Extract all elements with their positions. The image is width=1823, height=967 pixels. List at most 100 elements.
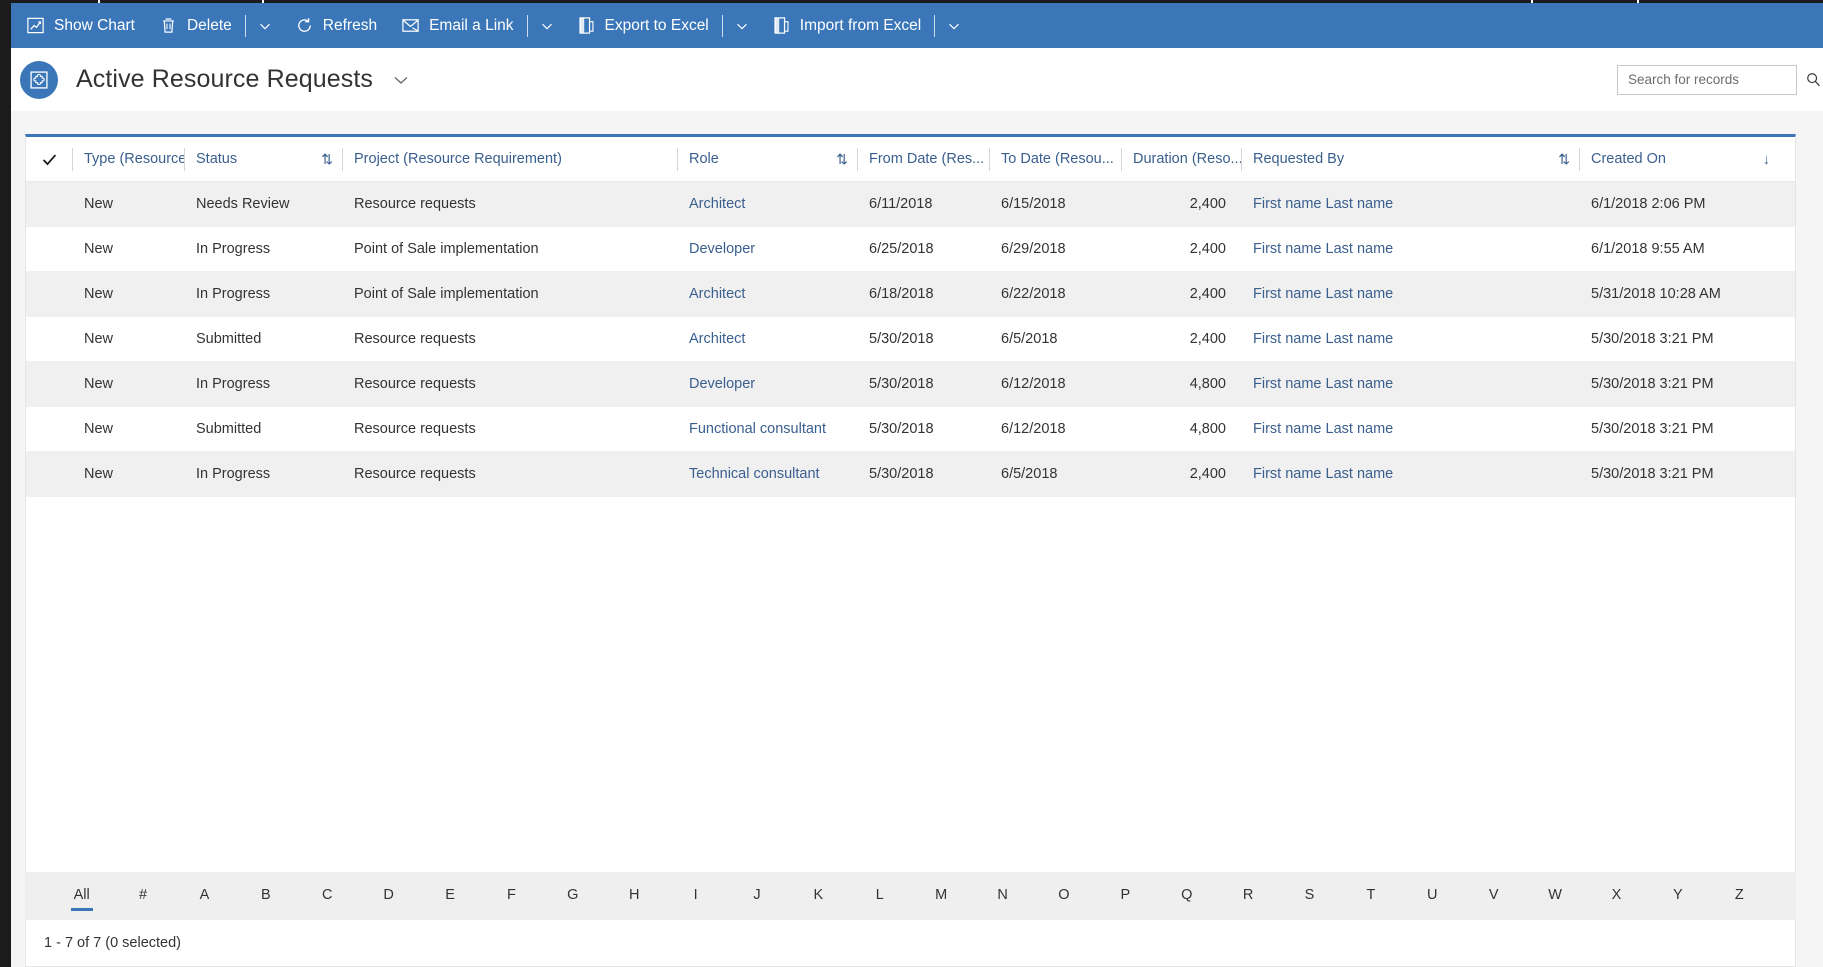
- cell-role-text[interactable]: Developer: [689, 241, 755, 257]
- cell-role[interactable]: Technical consultant: [677, 452, 857, 496]
- command-export-to-excel-chevron-down-icon[interactable]: [724, 3, 760, 48]
- alpha-filter-u[interactable]: U: [1402, 879, 1463, 913]
- table-row[interactable]: NewSubmittedResource requestsFunctional …: [26, 407, 1795, 452]
- sort-descending-icon[interactable]: ↓: [1763, 151, 1770, 167]
- alpha-filter-p[interactable]: P: [1095, 879, 1156, 913]
- command-email-a-link-button[interactable]: Email a Link: [389, 3, 525, 48]
- alpha-filter-c[interactable]: C: [297, 879, 358, 913]
- column-header-to[interactable]: To Date (Resou...: [989, 137, 1121, 181]
- alpha-filter-d[interactable]: D: [358, 879, 419, 913]
- cell-from-text: 5/30/2018: [869, 376, 934, 392]
- search-input[interactable]: [1628, 72, 1805, 87]
- cell-requested[interactable]: First name Last name: [1241, 182, 1579, 226]
- cell-requested-text[interactable]: First name Last name: [1253, 241, 1393, 257]
- row-select-checkbox[interactable]: [26, 407, 72, 451]
- row-select-checkbox[interactable]: [26, 317, 72, 361]
- column-header-requested[interactable]: Requested By⇅: [1241, 137, 1579, 181]
- alpha-filter-z[interactable]: Z: [1709, 879, 1770, 913]
- table-row[interactable]: NewIn ProgressResource requestsTechnical…: [26, 452, 1795, 497]
- cell-requested-text[interactable]: First name Last name: [1253, 196, 1393, 212]
- alpha-filter-t[interactable]: T: [1340, 879, 1401, 913]
- sort-toggle-icon[interactable]: ⇅: [836, 151, 848, 168]
- cell-requested[interactable]: First name Last name: [1241, 452, 1579, 496]
- alpha-filter-e[interactable]: E: [419, 879, 480, 913]
- alpha-filter-f[interactable]: F: [481, 879, 542, 913]
- cell-role[interactable]: Architect: [677, 317, 857, 361]
- search-box[interactable]: [1617, 65, 1797, 95]
- cell-role-text[interactable]: Architect: [689, 196, 745, 212]
- table-row[interactable]: NewNeeds ReviewResource requestsArchitec…: [26, 182, 1795, 227]
- column-header-status[interactable]: Status⇅: [184, 137, 342, 181]
- cell-requested-text[interactable]: First name Last name: [1253, 466, 1393, 482]
- cell-role[interactable]: Architect: [677, 182, 857, 226]
- command-email-a-link-chevron-down-icon[interactable]: [529, 3, 565, 48]
- command-refresh-button[interactable]: Refresh: [283, 3, 389, 48]
- table-row[interactable]: NewIn ProgressResource requestsDeveloper…: [26, 362, 1795, 407]
- column-header-project[interactable]: Project (Resource Requirement): [342, 137, 677, 181]
- command-import-from-excel-button[interactable]: Import from Excel: [760, 3, 933, 48]
- view-selector-chevron-down-icon[interactable]: [391, 70, 411, 90]
- cell-requested-text[interactable]: First name Last name: [1253, 331, 1393, 347]
- sort-toggle-icon[interactable]: ⇅: [321, 151, 333, 168]
- command-import-from-excel-chevron-down-icon[interactable]: [936, 3, 972, 48]
- select-all-checkmark-icon[interactable]: [26, 137, 72, 181]
- column-header-type[interactable]: Type (Resource...: [72, 137, 184, 181]
- cell-requested[interactable]: First name Last name: [1241, 317, 1579, 361]
- alpha-filter-l[interactable]: L: [849, 879, 910, 913]
- search-icon[interactable]: [1805, 71, 1822, 88]
- cell-to: 6/5/2018: [989, 317, 1121, 361]
- cell-role[interactable]: Developer: [677, 362, 857, 406]
- alpha-filter-g[interactable]: G: [542, 879, 603, 913]
- table-row[interactable]: NewSubmittedResource requestsArchitect5/…: [26, 317, 1795, 362]
- alpha-filter-q[interactable]: Q: [1156, 879, 1217, 913]
- alpha-filter-x[interactable]: X: [1586, 879, 1647, 913]
- cell-role[interactable]: Functional consultant: [677, 407, 857, 451]
- cell-requested-text[interactable]: First name Last name: [1253, 421, 1393, 437]
- alpha-filter-h[interactable]: H: [604, 879, 665, 913]
- row-select-checkbox[interactable]: [26, 272, 72, 316]
- row-select-checkbox[interactable]: [26, 182, 72, 226]
- cell-role[interactable]: Architect: [677, 272, 857, 316]
- alpha-filter-o[interactable]: O: [1033, 879, 1094, 913]
- alpha-filter-all[interactable]: All: [51, 879, 112, 913]
- alpha-filter-s[interactable]: S: [1279, 879, 1340, 913]
- row-select-checkbox[interactable]: [26, 227, 72, 271]
- cell-role-text[interactable]: Architect: [689, 331, 745, 347]
- alpha-filter-v[interactable]: V: [1463, 879, 1524, 913]
- cell-requested[interactable]: First name Last name: [1241, 227, 1579, 271]
- cell-requested-text[interactable]: First name Last name: [1253, 286, 1393, 302]
- table-row[interactable]: NewIn ProgressPoint of Sale implementati…: [26, 272, 1795, 317]
- cell-role-text[interactable]: Functional consultant: [689, 421, 826, 437]
- command-delete-chevron-down-icon[interactable]: [247, 3, 283, 48]
- command-delete-button[interactable]: Delete: [147, 3, 244, 48]
- alpha-filter-k[interactable]: K: [788, 879, 849, 913]
- alpha-filter-b[interactable]: B: [235, 879, 296, 913]
- cell-role-text[interactable]: Technical consultant: [689, 466, 820, 482]
- column-header-duration[interactable]: Duration (Reso...: [1121, 137, 1241, 181]
- cell-requested[interactable]: First name Last name: [1241, 362, 1579, 406]
- alpha-filter-a[interactable]: A: [174, 879, 235, 913]
- row-select-checkbox[interactable]: [26, 362, 72, 406]
- alpha-filter-w[interactable]: W: [1524, 879, 1585, 913]
- cell-role-text[interactable]: Architect: [689, 286, 745, 302]
- alpha-filter-j[interactable]: J: [726, 879, 787, 913]
- cell-role[interactable]: Developer: [677, 227, 857, 271]
- column-header-role[interactable]: Role⇅: [677, 137, 857, 181]
- table-row[interactable]: NewIn ProgressPoint of Sale implementati…: [26, 227, 1795, 272]
- sort-toggle-icon[interactable]: ⇅: [1558, 151, 1570, 168]
- cell-requested[interactable]: First name Last name: [1241, 272, 1579, 316]
- alpha-filter-i[interactable]: I: [665, 879, 726, 913]
- command-export-to-excel-button[interactable]: Export to Excel: [565, 3, 721, 48]
- row-select-checkbox[interactable]: [26, 452, 72, 496]
- cell-role-text[interactable]: Developer: [689, 376, 755, 392]
- alpha-filter-r[interactable]: R: [1217, 879, 1278, 913]
- alpha-filter-y[interactable]: Y: [1647, 879, 1708, 913]
- column-header-created[interactable]: Created On↓: [1579, 137, 1779, 181]
- cell-requested-text[interactable]: First name Last name: [1253, 376, 1393, 392]
- command-show-chart-button[interactable]: Show Chart: [14, 3, 147, 48]
- column-header-from[interactable]: From Date (Res...: [857, 137, 989, 181]
- alpha-filter-m[interactable]: M: [910, 879, 971, 913]
- alpha-filter-n[interactable]: N: [972, 879, 1033, 913]
- cell-requested[interactable]: First name Last name: [1241, 407, 1579, 451]
- alpha-filter-hash[interactable]: #: [112, 879, 173, 913]
